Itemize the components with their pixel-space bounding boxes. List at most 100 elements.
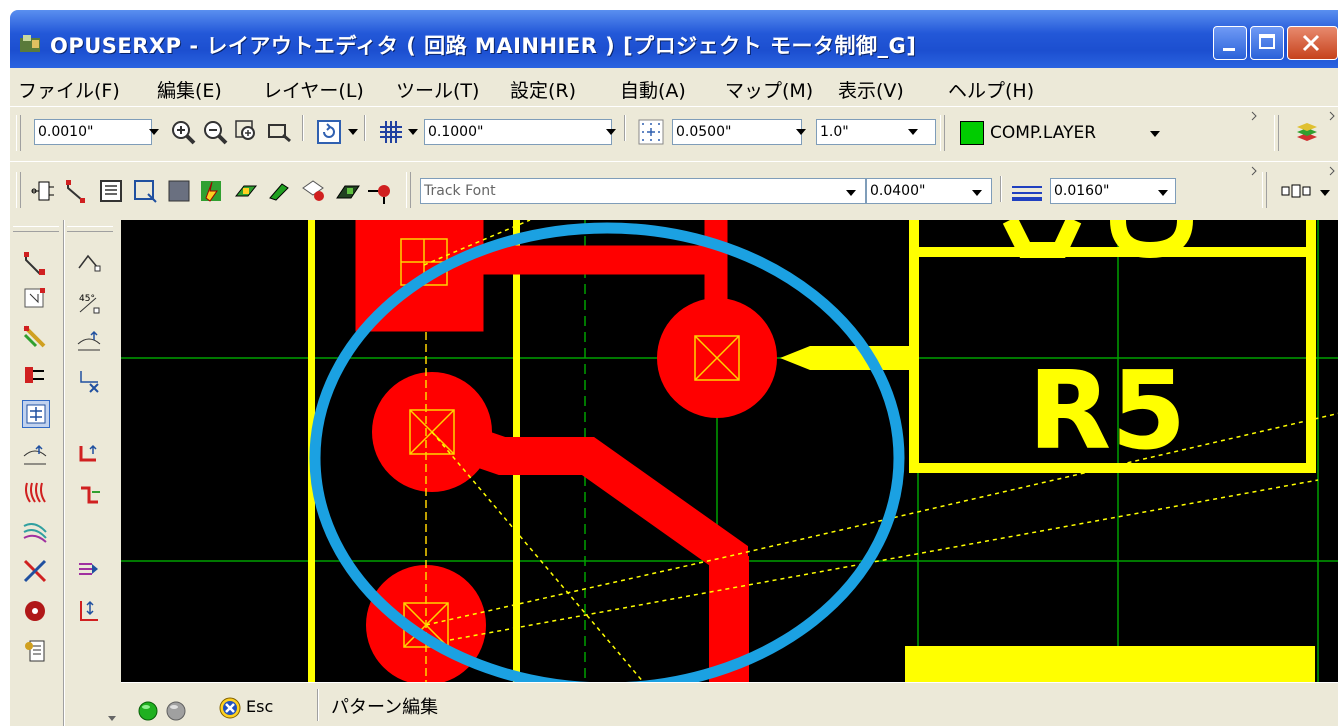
menu-tools[interactable]: ツール(T) [396, 76, 479, 103]
separator [1000, 176, 1002, 202]
minimize-button[interactable] [1213, 26, 1247, 60]
snap-size-combo[interactable]: 0.0500" [672, 119, 802, 145]
pad-green-icon[interactable] [232, 178, 258, 204]
multi-route-icon[interactable] [22, 324, 48, 350]
menu-help[interactable]: ヘルプ(H) [948, 76, 1034, 103]
palette-grip[interactable] [13, 226, 59, 232]
chevron-down-icon[interactable] [1158, 190, 1168, 196]
toolbar-grip[interactable] [940, 115, 945, 151]
separator [317, 689, 319, 721]
menu-edit[interactable]: 編集(E) [157, 76, 222, 103]
toolbar-grip[interactable] [16, 172, 21, 208]
edit-pattern-icon[interactable] [22, 400, 50, 428]
chevron-down-icon[interactable] [408, 129, 418, 135]
length-tune-icon[interactable] [76, 598, 102, 624]
close-icon [1302, 34, 1320, 52]
status-green-led-icon [138, 701, 158, 721]
pad-dark-icon[interactable] [334, 178, 360, 204]
properties-icon[interactable] [22, 638, 48, 664]
delete-segment-icon[interactable] [76, 368, 102, 394]
chevron-down-icon[interactable] [606, 129, 616, 135]
toolbar-grip[interactable] [16, 115, 21, 151]
palette-grip[interactable] [67, 226, 113, 232]
hug-trace-icon[interactable] [76, 482, 102, 508]
move-trace-icon[interactable] [76, 442, 102, 468]
overflow-chevron-icon[interactable] [1250, 111, 1260, 121]
probe-pin-icon[interactable] [366, 178, 392, 204]
esc-button[interactable]: Esc [219, 693, 307, 723]
separator [624, 115, 626, 141]
menu-layer[interactable]: レイヤー(L) [263, 76, 364, 103]
overflow-chevron-icon[interactable] [1328, 166, 1338, 176]
chevron-down-icon[interactable] [348, 129, 358, 135]
app-window: OPUSERXP - レイアウトエディタ ( 回路 MAINHIER ) [プロ… [10, 10, 1338, 726]
line-width-icon[interactable] [1010, 178, 1044, 204]
diff-pair-icon[interactable] [22, 518, 48, 544]
route-45-icon[interactable]: 45° [76, 290, 102, 316]
chevron-down-icon[interactable] [149, 129, 159, 135]
chevron-down-icon[interactable] [972, 190, 982, 196]
separator [302, 115, 304, 141]
zoom-in-icon[interactable] [170, 119, 196, 145]
stop-icon[interactable] [22, 598, 48, 624]
toolbar-edit: Track Font 0.0400" 0.0160" [10, 161, 1338, 218]
pcb-layout-drawing[interactable]: R5 [121, 220, 1338, 690]
cancel-icon [219, 697, 241, 719]
maximize-button[interactable] [1250, 26, 1284, 60]
chevron-down-icon[interactable] [908, 129, 918, 135]
chevron-down-icon[interactable] [108, 716, 116, 721]
toolbar-view: 0.0010" 0.1000" 0.0500" 1.0" COMP.LAYER [10, 106, 1338, 161]
toolbar-grip[interactable] [406, 172, 411, 208]
menu-auto[interactable]: 自動(A) [620, 76, 686, 103]
route-icon[interactable] [22, 250, 48, 276]
title-bar[interactable]: OPUSERXP - レイアウトエディタ ( 回路 MAINHIER ) [プロ… [10, 10, 1338, 68]
toolbar-grip[interactable] [1274, 115, 1279, 151]
zoom-combo[interactable]: 1.0" [816, 119, 936, 145]
chevron-down-icon[interactable] [796, 129, 806, 135]
zoom-area-icon[interactable] [266, 119, 292, 145]
push-trace-icon[interactable] [22, 442, 48, 468]
grid-size-combo[interactable]: 0.1000" [424, 119, 612, 145]
route-corner-icon[interactable] [22, 286, 48, 312]
align-icon[interactable] [1280, 178, 1312, 204]
chevron-down-icon[interactable] [846, 190, 856, 196]
toolbar-grip[interactable] [1262, 172, 1267, 208]
connector-icon[interactable] [22, 362, 48, 388]
layer-name[interactable]: COMP.LAYER [990, 123, 1096, 143]
layers-stack-icon[interactable] [1294, 119, 1320, 145]
overflow-chevron-icon[interactable] [1250, 166, 1260, 176]
text-box-icon[interactable] [98, 178, 124, 204]
app-icon [20, 35, 40, 52]
component-icon[interactable] [30, 178, 56, 204]
menu-view[interactable]: 表示(V) [838, 76, 904, 103]
route-trace-icon[interactable] [64, 178, 90, 204]
menu-settings[interactable]: 設定(R) [510, 76, 576, 103]
bus-route-icon[interactable] [22, 480, 48, 506]
precision-combo[interactable]: 0.0010" [34, 119, 152, 145]
zoom-window-icon[interactable] [234, 119, 260, 145]
unroute-icon[interactable] [22, 558, 48, 584]
overflow-chevron-icon[interactable] [1328, 111, 1338, 121]
snap-grid-icon[interactable] [638, 119, 664, 145]
grid-icon[interactable] [378, 119, 404, 145]
via-tool-icon[interactable] [300, 178, 326, 204]
fill-area-icon[interactable] [166, 178, 192, 204]
rectangle-tool-icon[interactable] [132, 178, 158, 204]
window-title: OPUSERXP - レイアウトエディタ ( 回路 MAINHIER ) [プロ… [50, 34, 917, 58]
brush-icon[interactable] [266, 178, 292, 204]
svg-text:45°: 45° [79, 294, 95, 304]
chevron-down-icon[interactable] [1150, 131, 1160, 137]
pcb-canvas[interactable]: R5 [121, 220, 1338, 690]
copper-pour-icon[interactable] [198, 178, 224, 204]
chevron-down-icon[interactable] [1320, 190, 1330, 196]
menu-file[interactable]: ファイル(F) [18, 76, 120, 103]
menu-map[interactable]: マップ(M) [725, 76, 813, 103]
shove-icon[interactable] [76, 556, 102, 582]
arc-route-icon[interactable] [76, 250, 102, 276]
redraw-icon[interactable] [316, 119, 342, 145]
style-combo[interactable]: Track Font [420, 178, 866, 204]
close-button[interactable] [1287, 26, 1338, 60]
status-message: パターン編集 [331, 697, 439, 718]
push-route-icon[interactable] [76, 328, 102, 354]
zoom-out-icon[interactable] [202, 119, 228, 145]
